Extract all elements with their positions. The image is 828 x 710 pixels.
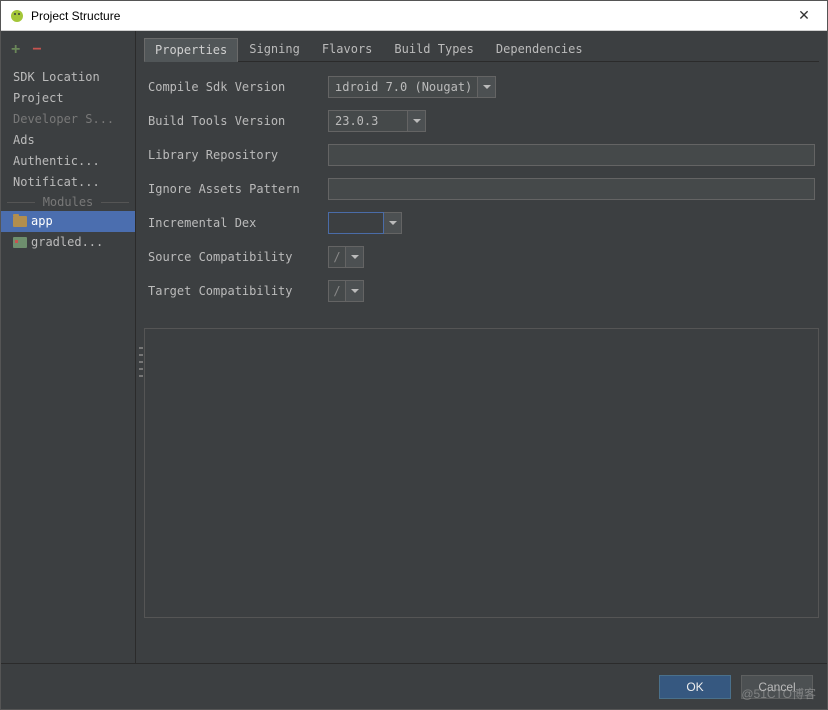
build-tools-input[interactable] [328,110,408,132]
sidebar-item-developer-services[interactable]: Developer S... [1,109,135,130]
dropdown-icon[interactable] [346,246,364,268]
tab-properties[interactable]: Properties [144,38,238,62]
content-panel: Properties Signing Flavors Build Types D… [136,31,827,663]
label-incremental-dex: Incremental Dex [148,216,328,230]
row-source-compat: Source Compatibility / [148,246,815,268]
label-source-compat: Source Compatibility [148,250,328,264]
row-incremental-dex: Incremental Dex [148,212,815,234]
sidebar-item-project[interactable]: Project [1,88,135,109]
add-icon[interactable]: + [11,41,20,59]
sidebar-module-gradle[interactable]: gradled... [1,232,135,253]
compile-sdk-combo[interactable] [328,76,496,98]
ok-button[interactable]: OK [659,675,731,699]
titlebar: Project Structure ✕ [1,1,827,31]
gradle-icon [13,237,27,248]
sidebar-item-notifications[interactable]: Notificat... [1,172,135,193]
empty-panel [144,328,819,618]
source-compat-combo[interactable]: / [328,246,364,268]
row-ignore-assets: Ignore Assets Pattern [148,178,815,200]
cancel-button[interactable]: Cancel [741,675,813,699]
tab-flavors[interactable]: Flavors [311,37,384,61]
tab-build-types[interactable]: Build Types [383,37,484,61]
row-build-tools: Build Tools Version [148,110,815,132]
tab-signing[interactable]: Signing [238,37,311,61]
app-icon [9,8,25,24]
window-title: Project Structure [31,9,789,23]
remove-icon[interactable]: − [32,41,41,59]
source-compat-value[interactable]: / [328,246,346,268]
dropdown-icon[interactable] [346,280,364,302]
row-library-repo: Library Repository [148,144,815,166]
compile-sdk-input[interactable] [328,76,478,98]
sidebar-toolbar: + − [1,37,135,67]
label-ignore-assets: Ignore Assets Pattern [148,182,328,196]
target-compat-combo[interactable]: / [328,280,364,302]
properties-form: Compile Sdk Version Build Tools Version [144,62,819,322]
module-label: gradled... [31,234,103,251]
sidebar: + − SDK Location Project Developer S... … [1,31,136,663]
resize-grip-icon[interactable] [139,347,143,377]
dropdown-icon[interactable] [478,76,496,98]
label-build-tools: Build Tools Version [148,114,328,128]
label-library-repo: Library Repository [148,148,328,162]
sidebar-item-authentication[interactable]: Authentic... [1,151,135,172]
tab-dependencies[interactable]: Dependencies [485,37,594,61]
library-repo-input[interactable] [328,144,815,166]
target-compat-value[interactable]: / [328,280,346,302]
sidebar-module-app[interactable]: app [1,211,135,232]
close-button[interactable]: ✕ [789,1,819,31]
folder-icon [13,216,27,227]
ignore-assets-input[interactable] [328,178,815,200]
main-area: + − SDK Location Project Developer S... … [1,31,827,663]
sidebar-item-sdk-location[interactable]: SDK Location [1,67,135,88]
dialog-footer: OK Cancel @51CTO博客 [1,663,827,709]
incremental-dex-combo[interactable] [328,212,402,234]
dropdown-icon[interactable] [408,110,426,132]
label-compile-sdk: Compile Sdk Version [148,80,328,94]
row-target-compat: Target Compatibility / [148,280,815,302]
dropdown-icon[interactable] [384,212,402,234]
build-tools-combo[interactable] [328,110,426,132]
incremental-dex-input[interactable] [328,212,384,234]
sidebar-item-ads[interactable]: Ads [1,130,135,151]
dialog-body: + − SDK Location Project Developer S... … [1,31,827,709]
module-label: app [31,213,53,230]
sidebar-modules-heading: Modules [1,193,135,211]
row-compile-sdk: Compile Sdk Version [148,76,815,98]
tab-bar: Properties Signing Flavors Build Types D… [144,37,819,62]
dialog-window: Project Structure ✕ + − SDK Location Pro… [0,0,828,710]
label-target-compat: Target Compatibility [148,284,328,298]
